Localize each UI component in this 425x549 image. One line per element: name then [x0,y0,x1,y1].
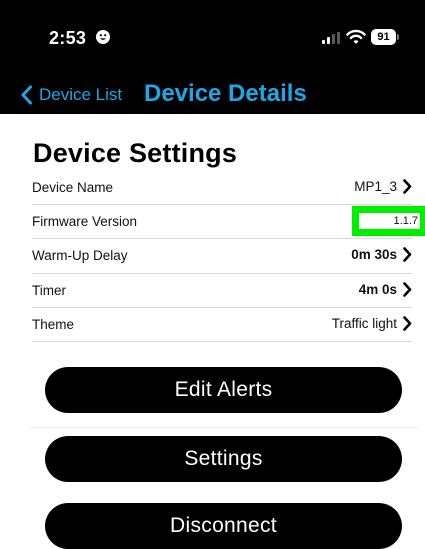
chevron-right-icon [403,179,412,194]
nav-bar: Device List Device Details [0,76,425,114]
chevron-right-icon [403,315,412,331]
timer-label: Timer [32,282,66,298]
app-header: 2:53 91 Device List Device Details [0,0,425,114]
warmup-delay-value: 0m 30s [351,247,397,263]
edit-alerts-button[interactable]: Edit Alerts [45,367,402,413]
signal-icon [322,32,342,44]
warmup-delay-label: Warm-Up Delay [32,248,128,264]
row-device-name[interactable]: Device Name MP1_3 [32,171,412,206]
settings-button[interactable]: Settings [45,436,402,482]
theme-label: Theme [32,316,75,332]
battery-tip [397,34,399,40]
row-theme[interactable]: Theme Traffic light [32,308,412,342]
chevron-right-icon [403,247,412,263]
page-title: Device Details [144,80,307,107]
wifi-icon [346,29,366,45]
firmware-version-value: 1.1.7 [359,213,420,230]
status-bar: 2:53 91 [0,0,425,76]
status-time: 2:53 [49,28,87,48]
disconnect-button[interactable]: Disconnect [45,503,402,549]
row-warmup-delay[interactable]: Warm-Up Delay 0m 30s [32,239,412,274]
timer-value: 4m 0s [358,281,397,297]
battery-icon: 91 [371,29,396,45]
back-button[interactable]: Device List [20,76,122,114]
firmware-highlight: 1.1.7 [352,206,425,237]
firmware-version-label: Firmware Version [32,214,138,230]
device-name-value: MP1_3 [354,179,397,194]
face-icon [96,30,110,44]
row-firmware-version: Firmware Version 1.1.7 [32,205,425,240]
theme-value: Traffic light [331,315,397,331]
section-title: Device Settings [33,138,238,168]
divider [30,427,418,428]
row-timer[interactable]: Timer 4m 0s [32,274,412,308]
settings-list: Device Name MP1_3 Firmware Version 1.1.7… [32,171,425,342]
chevron-left-icon [21,85,32,105]
device-name-label: Device Name [32,180,114,195]
back-label: Device List [39,85,123,104]
chevron-right-icon [403,281,412,297]
